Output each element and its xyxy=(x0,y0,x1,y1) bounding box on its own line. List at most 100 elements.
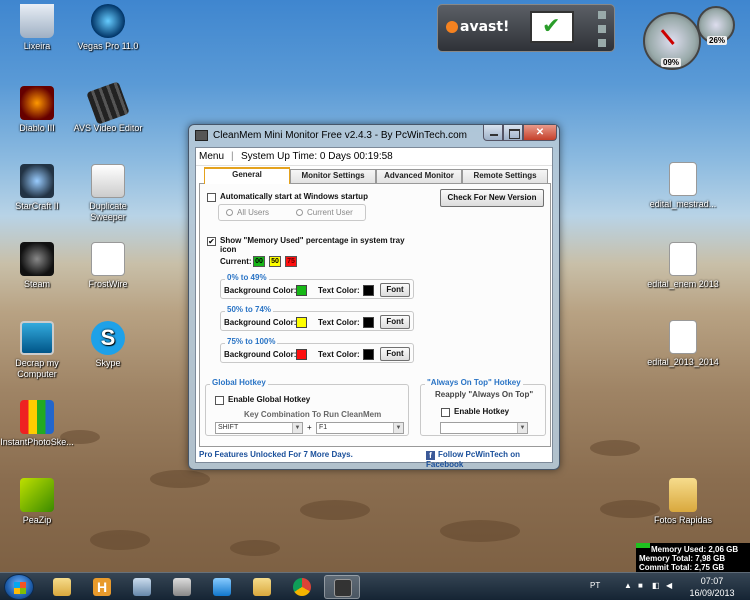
all-users-radio[interactable] xyxy=(226,209,233,216)
text-color-swatch[interactable] xyxy=(363,285,374,296)
taskbar-app3[interactable] xyxy=(124,575,160,599)
folder-icon xyxy=(253,578,271,596)
tray-icon[interactable]: ◧ xyxy=(652,581,660,590)
starcraft-icon xyxy=(20,164,54,198)
decrap-icon xyxy=(20,321,54,355)
tab-remote-settings[interactable]: Remote Settings xyxy=(462,169,548,183)
facebook-link[interactable]: f Follow PcWinTech on Facebook xyxy=(426,450,552,469)
desktop-icon-edital-2013[interactable]: edital_2013_2014 xyxy=(646,320,720,368)
avast-mini-icon[interactable] xyxy=(598,39,606,47)
text-color-swatch[interactable] xyxy=(363,349,374,360)
start-button[interactable] xyxy=(4,574,34,600)
enable-hotkey-checkbox[interactable] xyxy=(441,408,450,417)
skype-icon: S xyxy=(91,321,125,355)
avast-mini-icon[interactable] xyxy=(598,11,606,19)
taskbar-app4[interactable] xyxy=(164,575,200,599)
desktop-icon-diablo[interactable]: Diablo III xyxy=(0,86,74,134)
desktop-icon-peazip[interactable]: PeaZip xyxy=(0,478,74,526)
taskbar: H PT ▲ ■ ◧ ◀ 07:07 16/09/2013 xyxy=(0,572,750,600)
range-title: 0% to 49% xyxy=(225,273,269,282)
facebook-icon: f xyxy=(426,451,435,460)
vegas-icon xyxy=(91,4,125,38)
font-button[interactable]: Font xyxy=(380,315,410,329)
check-version-button[interactable]: Check For New Version xyxy=(440,189,544,207)
key-select[interactable]: F1 ▼ xyxy=(316,422,404,434)
text-color-label: Text Color: xyxy=(318,350,360,359)
taskbar-dropbox[interactable] xyxy=(204,575,240,599)
pdf-icon xyxy=(669,162,697,196)
show-memory-checkbox[interactable]: ✔ xyxy=(207,237,216,246)
bg-color-swatch[interactable] xyxy=(296,285,307,296)
desktop-icon-frostwire[interactable]: FrostWire xyxy=(71,242,145,290)
desktop-icon-vegas[interactable]: Vegas Pro 11.0 xyxy=(71,4,145,52)
taskbar-explorer[interactable] xyxy=(44,575,80,599)
desktop-icon-label: Duplicate Sweeper xyxy=(89,201,127,222)
desktop-icon-decrap[interactable]: Decrap my Computer xyxy=(0,321,74,380)
modifier-select[interactable]: SHIFT ▼ xyxy=(215,422,303,434)
bg-color-swatch[interactable] xyxy=(296,349,307,360)
font-button[interactable]: Font xyxy=(380,283,410,297)
tray-icon[interactable]: ▲ xyxy=(624,581,632,590)
desktop-icon-label: Fotos Rapidas xyxy=(653,515,713,525)
desktop-icon-label: Steam xyxy=(23,279,50,289)
desktop-icon-edital-mestrado[interactable]: edital_mestrad... xyxy=(646,162,720,210)
app-icon xyxy=(195,130,208,141)
desktop-icon-starcraft[interactable]: StarCraft II xyxy=(0,164,74,212)
steam-icon xyxy=(20,242,54,276)
bg-color-swatch[interactable] xyxy=(296,317,307,328)
tab-advanced-monitor[interactable]: Advanced Monitor xyxy=(376,169,462,183)
menu-item[interactable]: Menu xyxy=(199,151,224,162)
desktop-icon-avs[interactable]: AVS Video Editor xyxy=(71,81,145,134)
clock[interactable]: 07:07 16/09/2013 xyxy=(680,575,744,599)
modifier-value: SHIFT xyxy=(218,424,239,431)
pdf-icon xyxy=(669,242,697,276)
tab-monitor-settings[interactable]: Monitor Settings xyxy=(290,169,376,183)
taskbar-cleanmem[interactable] xyxy=(324,575,360,599)
desktop-icon-label: edital_enem 2013 xyxy=(647,279,719,289)
minimize-button[interactable] xyxy=(483,125,503,141)
maximize-button[interactable] xyxy=(503,125,523,141)
current-user-radio[interactable] xyxy=(296,209,303,216)
clock-time: 07:07 xyxy=(700,576,724,586)
desktop-icon-label: edital_2013_2014 xyxy=(647,357,719,367)
window-titlebar[interactable]: CleanMem Mini Monitor Free v2.4.3 - By P… xyxy=(189,125,559,147)
avast-ball-icon xyxy=(446,21,458,33)
memory-monitor-widget[interactable]: Memory Used: 2,06 GB Memory Total: 7,98 … xyxy=(636,543,750,573)
language-indicator[interactable]: PT xyxy=(590,581,600,590)
taskbar-chrome[interactable] xyxy=(284,575,320,599)
desktop-icon-lixeira[interactable]: Lixeira xyxy=(0,4,74,52)
desktop-icon-skype[interactable]: S Skype xyxy=(71,321,145,369)
frostwire-icon xyxy=(91,242,125,276)
key-value: F1 xyxy=(319,424,328,431)
autostart-checkbox[interactable] xyxy=(207,193,216,202)
always-on-top-key-select[interactable]: ▼ xyxy=(440,422,528,434)
tab-general[interactable]: General xyxy=(204,167,290,184)
cleanmem-window: CleanMem Mini Monitor Free v2.4.3 - By P… xyxy=(188,124,560,470)
cpu-meter-gadget[interactable]: 09% 26% xyxy=(641,6,735,70)
current-swatch-high: 75 xyxy=(285,256,297,267)
desktop-icon-duplicate-sweeper[interactable]: Duplicate Sweeper xyxy=(71,164,145,223)
tray-icon[interactable]: ■ xyxy=(638,581,643,590)
peazip-icon xyxy=(20,478,54,512)
always-on-top-title: "Always On Top" Hotkey xyxy=(425,378,523,387)
font-button[interactable]: Font xyxy=(380,347,410,361)
avast-gadget[interactable]: avast! xyxy=(437,4,615,52)
avast-logo: avast! xyxy=(446,19,509,35)
current-user-label: Current User xyxy=(307,208,353,217)
desktop-icon-instantphoto[interactable]: InstantPhotoSke... xyxy=(0,400,74,448)
taskbar-hiren[interactable]: H xyxy=(84,575,120,599)
desktop-icon-label: Skype xyxy=(95,358,121,368)
desktop-icon-fotos-rapidas[interactable]: Fotos Rapidas xyxy=(646,478,720,526)
avast-mini-icon[interactable] xyxy=(598,25,606,33)
desktop-icon-label: StarCraft II xyxy=(15,201,59,211)
close-button[interactable]: ✕ xyxy=(523,125,557,141)
taskbar-folder[interactable] xyxy=(244,575,280,599)
text-color-label: Text Color: xyxy=(318,286,360,295)
volume-icon[interactable]: ◀ xyxy=(666,581,672,590)
text-color-swatch[interactable] xyxy=(363,317,374,328)
memory-used-text: Memory Used: 2,06 GB xyxy=(651,545,739,554)
enable-global-hotkey-checkbox[interactable] xyxy=(215,396,224,405)
desktop-icon-steam[interactable]: Steam xyxy=(0,242,74,290)
range-title: 50% to 74% xyxy=(225,305,274,314)
desktop-icon-edital-enem[interactable]: edital_enem 2013 xyxy=(646,242,720,290)
